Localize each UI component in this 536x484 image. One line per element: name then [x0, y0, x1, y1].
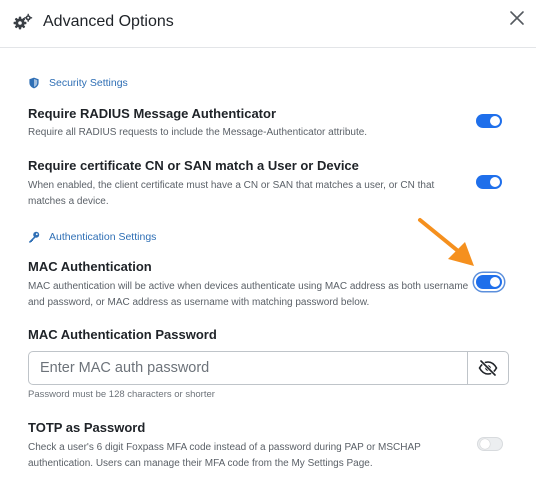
- annotation-arrow: [418, 218, 474, 266]
